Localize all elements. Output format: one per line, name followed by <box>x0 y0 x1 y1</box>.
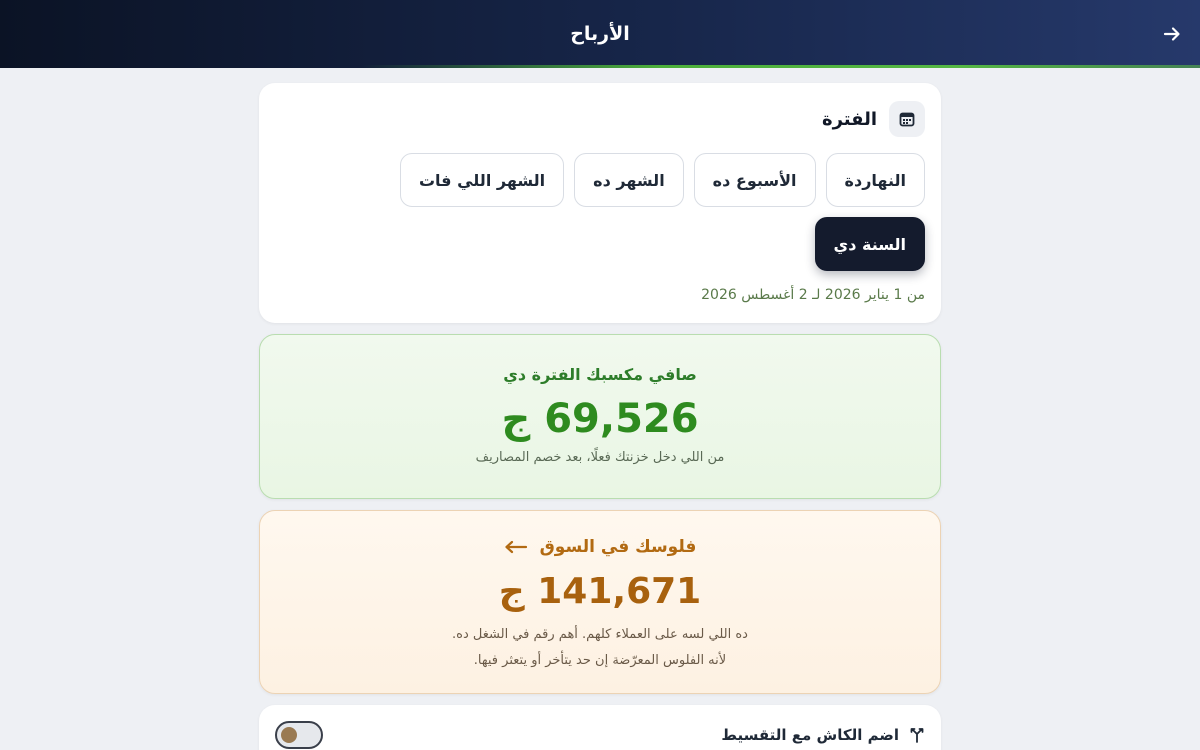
period-option-last-month[interactable]: الشهر اللي فات <box>399 153 565 207</box>
period-header: الفترة <box>275 101 925 137</box>
cash-installment-toggle-card: اضم الكاش مع التقسيط <box>259 705 941 750</box>
period-option-this-year[interactable]: السنة دي <box>814 217 925 271</box>
period-option-today[interactable]: النهاردة <box>825 153 925 207</box>
toggle-label-group: اضم الكاش مع التقسيط <box>721 726 925 744</box>
net-profit-card: صافي مكسبك الفترة دي 69,526 ج من اللي دخ… <box>259 334 941 499</box>
back-button[interactable] <box>1158 20 1186 48</box>
market-money-card[interactable]: فلوسك في السوق 141,671 ج ده اللي لسه على… <box>259 510 941 694</box>
merge-icon <box>910 728 924 743</box>
toggle-knob <box>281 727 297 743</box>
net-profit-label: صافي مكسبك الفترة دي <box>503 365 697 384</box>
period-range-text: من 1 يناير 2026 لـ 2 أغسطس 2026 <box>701 287 925 303</box>
net-profit-note: من اللي دخل خزنتك فعلًا، بعد خصم المصاري… <box>475 450 725 465</box>
cash-installment-toggle[interactable] <box>275 721 323 749</box>
market-money-label: فلوسك في السوق <box>539 537 697 557</box>
period-options: النهاردة الأسبوع ده الشهر ده الشهر اللي … <box>385 153 925 271</box>
market-money-note-line-2: لأنه الفلوس المعرّضة إن حد يتأخر أو يتعث… <box>473 653 727 668</box>
market-money-note-line-1: ده اللي لسه على العملاء كلهم. أهم رقم في… <box>452 627 748 642</box>
header-accent-line <box>0 65 1200 68</box>
page-title: الأرباح <box>570 23 630 45</box>
net-profit-value: 69,526 ج <box>501 396 699 442</box>
market-money-value: 141,671 ج <box>498 571 702 612</box>
toggle-label: اضم الكاش مع التقسيط <box>721 726 899 744</box>
calendar-icon <box>889 101 925 137</box>
period-option-this-month[interactable]: الشهر ده <box>574 153 684 207</box>
period-option-this-week[interactable]: الأسبوع ده <box>693 153 816 207</box>
market-money-heading: فلوسك في السوق <box>504 537 697 557</box>
arrow-right-icon <box>1163 27 1180 41</box>
market-money-note: ده اللي لسه على العملاء كلهم. أهم رقم في… <box>260 622 940 674</box>
top-bar: الأرباح <box>0 0 1200 68</box>
period-title: الفترة <box>821 108 877 130</box>
arrow-left-icon <box>504 540 527 554</box>
period-card: الفترة النهاردة الأسبوع ده الشهر ده الشه… <box>259 83 941 323</box>
